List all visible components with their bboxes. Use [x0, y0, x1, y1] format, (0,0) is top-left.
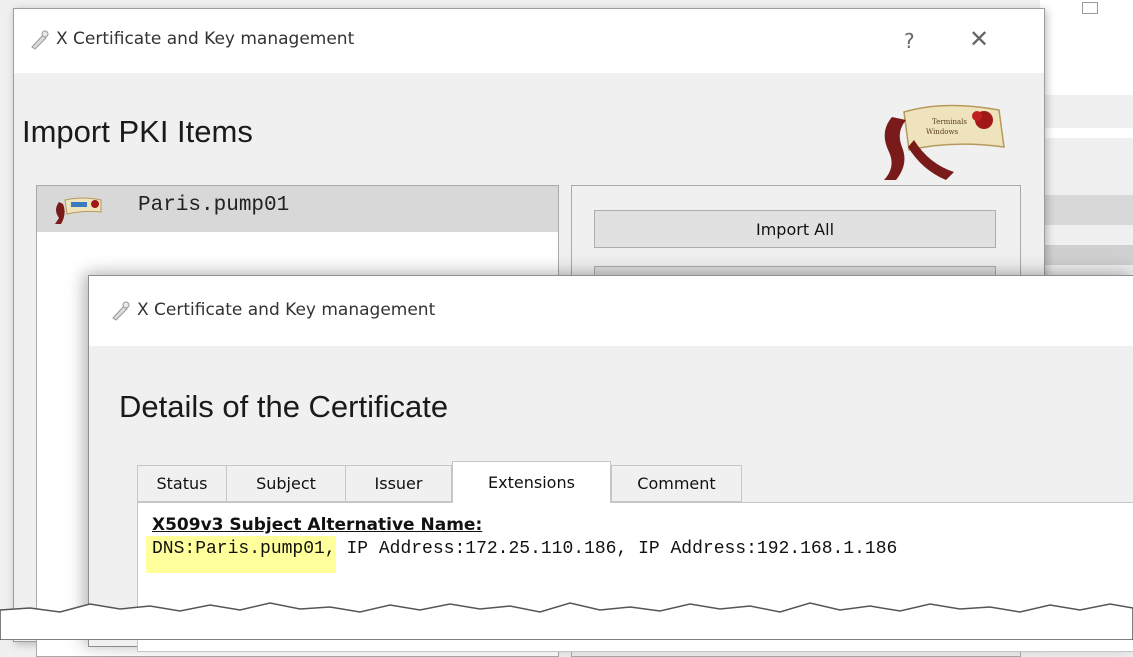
svg-text:Windows: Windows — [926, 128, 959, 136]
extension-title: X509v3 Subject Alternative Name: — [152, 515, 483, 535]
torn-edge — [0, 602, 1133, 640]
xca-logo: Terminals Windows — [884, 104, 1005, 180]
title-bar: X Certificate and Key management ? ✕ — [14, 9, 1044, 73]
highlighted-dns: DNS:Paris.pump01, — [146, 536, 336, 573]
tab-status[interactable]: Status — [137, 465, 227, 502]
window-title: X Certificate and Key management — [137, 300, 436, 320]
window-title: X Certificate and Key management — [56, 29, 355, 49]
close-button[interactable]: ✕ — [969, 25, 989, 53]
tab-subject[interactable]: Subject — [226, 465, 346, 502]
certificate-details-dialog: X Certificate and Key management Details… — [88, 275, 1133, 652]
background-window-control — [1082, 2, 1098, 14]
tab-extensions[interactable]: Extensions — [452, 461, 611, 503]
extension-ip-addresses: IP Address:172.25.110.186, IP Address:19… — [335, 539, 898, 559]
list-item[interactable]: Paris.pump01 — [37, 186, 558, 232]
page-title: Import PKI Items — [22, 114, 253, 149]
help-button[interactable]: ? — [904, 29, 915, 53]
tab-comment[interactable]: Comment — [611, 465, 742, 502]
page-title: Details of the Certificate — [119, 389, 449, 424]
extension-value: DNS:Paris.pump01, IP Address:172.25.110.… — [146, 536, 898, 573]
certificate-icon — [55, 197, 102, 224]
certificate-app-icon — [31, 30, 49, 50]
tab-issuer[interactable]: Issuer — [345, 465, 452, 502]
certificate-app-icon — [112, 301, 130, 321]
list-item-label: Paris.pump01 — [138, 194, 290, 217]
import-all-button[interactable]: Import All — [594, 210, 996, 248]
title-bar: X Certificate and Key management — [89, 276, 1133, 346]
svg-text:Terminals: Terminals — [932, 118, 967, 126]
